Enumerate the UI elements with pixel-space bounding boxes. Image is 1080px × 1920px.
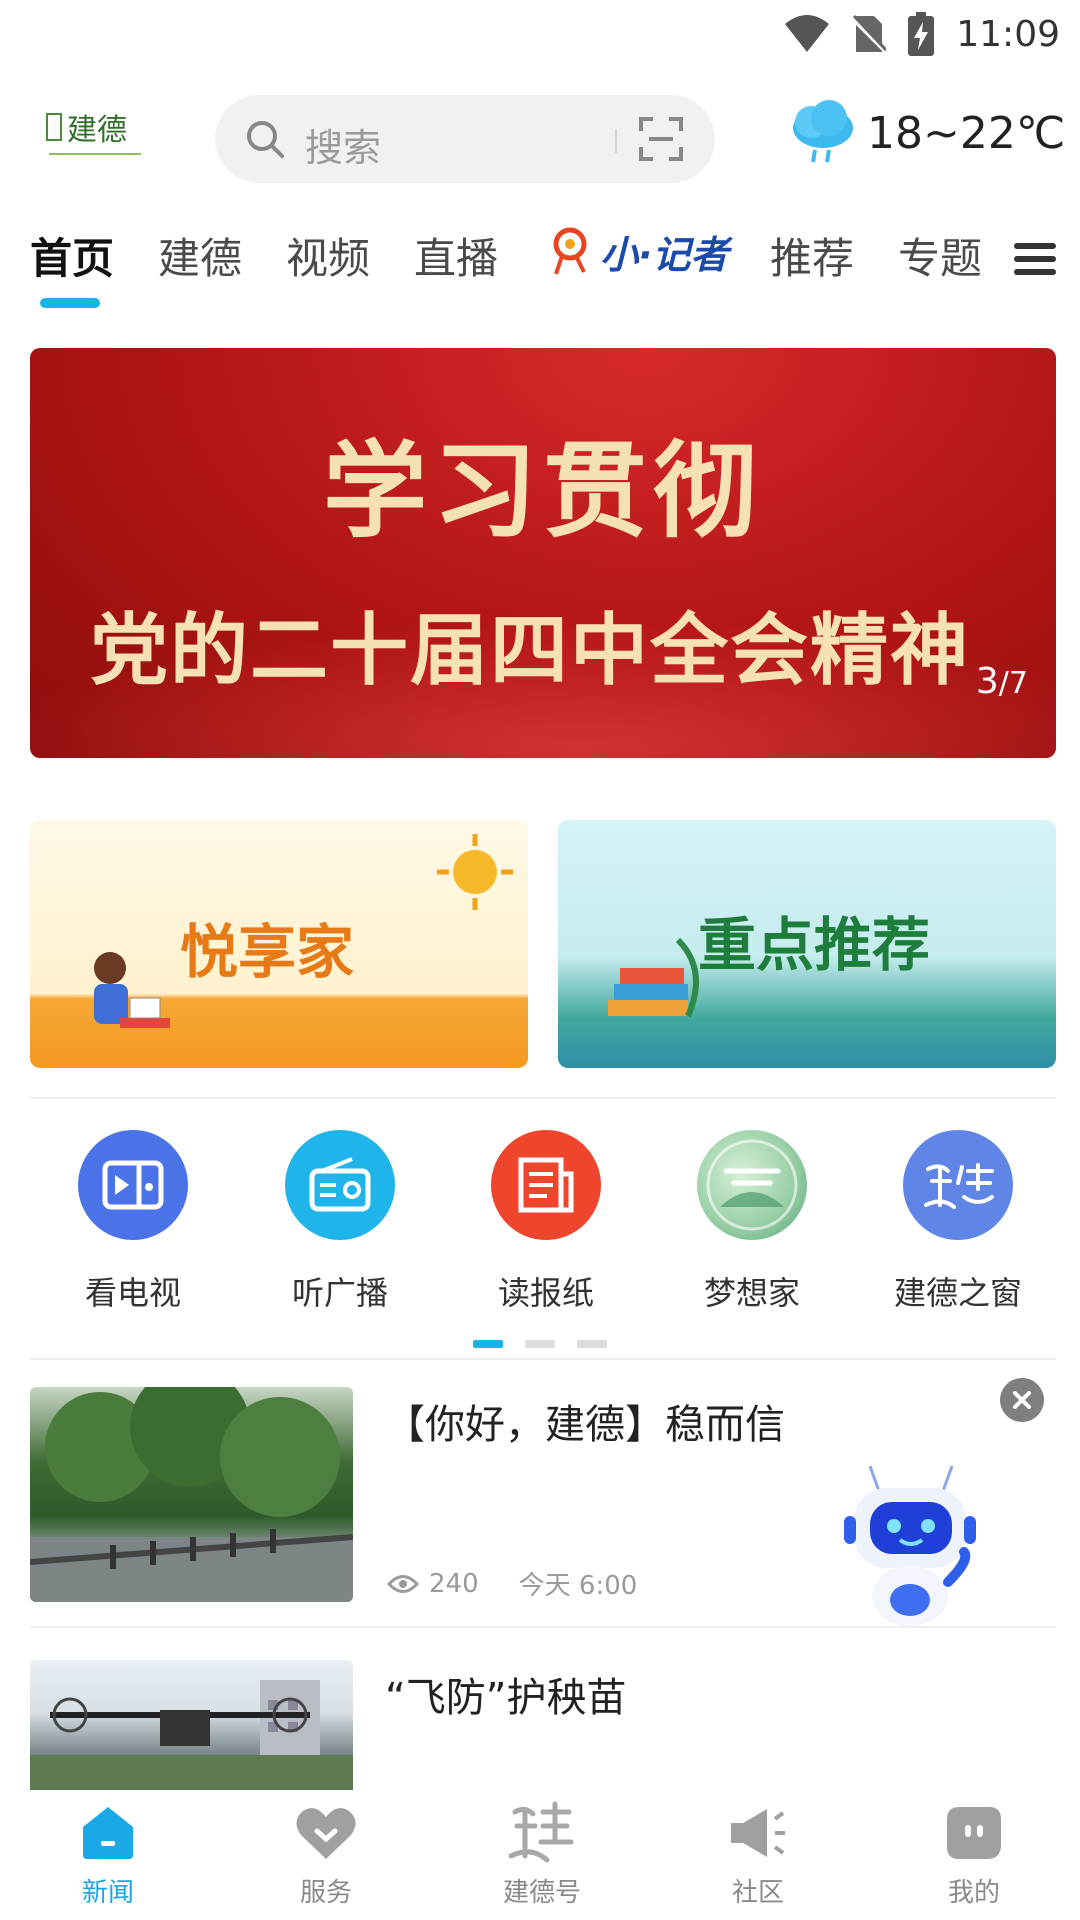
news-title: “飞防”护秧苗 — [385, 1675, 627, 1721]
banner-headline: 学习贯彻 — [322, 429, 763, 552]
promo-card-yuexiangjia[interactable]: 悦享家 — [30, 820, 528, 1068]
banner-subheadline: 党的二十届四中全会精神 — [90, 605, 971, 696]
news-views: 240 — [429, 1568, 479, 1599]
scan-icon[interactable] — [639, 117, 683, 161]
status-bar: 11:09 — [0, 0, 1080, 76]
ai-assistant-robot[interactable] — [840, 1460, 980, 1630]
megaphone-icon — [731, 1809, 785, 1857]
nav-label: 我的 — [947, 1878, 1000, 1908]
search-bar[interactable]: 搜索 — [215, 95, 715, 183]
hero-banner[interactable]: 学习贯彻 党的二十届四中全会精神 3/7 — [30, 348, 1056, 758]
quick-link-label: 建德之窗 — [893, 1274, 1022, 1312]
search-divider — [615, 129, 617, 153]
rain-cloud-icon — [793, 100, 853, 163]
promo-card-featured[interactable]: 重点推荐 — [558, 820, 1056, 1068]
active-tab-indicator — [40, 298, 100, 308]
nav-community[interactable]: 社区 — [678, 1800, 838, 1909]
banner-page-total: /7 — [998, 666, 1028, 701]
nav-label: 建德号 — [502, 1878, 581, 1908]
quick-link-jiande-window[interactable]: 建德之窗 — [858, 1130, 1058, 1314]
nav-services[interactable]: 服务 — [246, 1800, 406, 1909]
quick-links: 看电视 听广播 读报纸 梦想家 建德之窗 — [0, 1130, 1080, 1320]
section-divider — [30, 1097, 1056, 1099]
jiande-window-icon — [903, 1130, 1013, 1240]
nav-mine[interactable]: 我的 — [894, 1800, 1054, 1909]
quick-link-newspaper[interactable]: 读报纸 — [446, 1130, 646, 1314]
no-sim-icon — [852, 14, 887, 54]
app-logo[interactable]: 建德 — [45, 108, 145, 168]
tab-little-reporter[interactable]: 小·记者 — [550, 219, 728, 283]
heart-icon — [296, 1808, 356, 1859]
newspaper-icon — [491, 1130, 601, 1240]
search-placeholder: 搜索 — [305, 126, 382, 170]
quick-link-tv[interactable]: 看电视 — [33, 1130, 233, 1314]
banner-page-current: 3 — [975, 661, 999, 702]
section-divider — [30, 1358, 1056, 1360]
quick-link-dreamer[interactable]: 梦想家 — [652, 1130, 852, 1314]
tab-topics[interactable]: 专题 — [898, 225, 982, 286]
status-time: 11:09 — [956, 13, 1060, 55]
pager-dot — [525, 1340, 555, 1348]
news-thumbnail — [30, 1660, 353, 1790]
promo-card-title: 悦享家 — [180, 918, 355, 986]
nav-news[interactable]: 新闻 — [28, 1800, 188, 1909]
tab-little-reporter-label: 小·记者 — [600, 232, 729, 277]
promo-card-title: 重点推荐 — [698, 911, 931, 979]
tab-jiande[interactable]: 建德 — [158, 225, 242, 286]
little-reporter-logo-icon — [553, 227, 587, 275]
header: 建德 搜索 18~22℃ — [0, 90, 1080, 190]
news-time: 今天 6:00 — [518, 1571, 638, 1601]
channel-tabs: 首页 建德 视频 直播 小·记者 推荐 专题 — [0, 225, 1080, 315]
quick-link-radio[interactable]: 听广播 — [240, 1130, 440, 1314]
nav-jiande-hao[interactable]: 建德号 — [462, 1800, 622, 1909]
tab-video[interactable]: 视频 — [286, 225, 370, 286]
radio-icon — [285, 1130, 395, 1240]
news-meta: 240 今天 6:00 — [387, 1565, 637, 1602]
tab-live[interactable]: 直播 — [414, 225, 498, 286]
battery-charging-icon — [908, 12, 935, 56]
tab-home[interactable]: 首页 — [30, 225, 114, 286]
home-icon — [83, 1807, 133, 1859]
news-title: 【你好，建德】稳而信 — [385, 1402, 785, 1448]
section-divider — [30, 1626, 1056, 1628]
profile-icon — [947, 1807, 1001, 1859]
weather-temperature: 18~22℃ — [867, 107, 1066, 159]
quick-link-label: 听广播 — [291, 1274, 388, 1312]
quick-link-label: 梦想家 — [703, 1274, 800, 1312]
nav-label: 新闻 — [81, 1878, 134, 1908]
eye-icon — [387, 1574, 419, 1593]
tv-icon — [78, 1130, 188, 1240]
dreamer-icon — [697, 1130, 807, 1240]
jiande-calligraphy-icon — [508, 1801, 574, 1863]
pager-dot — [577, 1340, 607, 1348]
svg-text:建德: 建德 — [67, 113, 127, 148]
close-assistant-button[interactable] — [1000, 1378, 1044, 1422]
channel-menu-icon[interactable] — [1014, 243, 1056, 279]
quick-link-label: 读报纸 — [497, 1274, 594, 1312]
wifi-icon — [785, 15, 830, 52]
bottom-navigation: 新闻 服务 建德号 社区 我的 — [0, 1790, 1080, 1920]
banner-page-indicator: 3/7 — [976, 661, 1028, 702]
sun-illustration — [437, 834, 513, 910]
nav-label: 社区 — [731, 1878, 784, 1908]
reading-girl-illustration — [94, 952, 170, 1028]
close-icon — [1013, 1391, 1031, 1409]
tab-recommend[interactable]: 推荐 — [770, 225, 854, 286]
quick-link-label: 看电视 — [84, 1274, 181, 1312]
news-thumbnail — [30, 1387, 353, 1602]
search-icon — [247, 121, 284, 158]
pager-dot-active — [473, 1340, 503, 1348]
quick-links-pager — [473, 1340, 607, 1348]
nav-label: 服务 — [299, 1878, 352, 1908]
weather-widget[interactable]: 18~22℃ — [785, 100, 1065, 166]
